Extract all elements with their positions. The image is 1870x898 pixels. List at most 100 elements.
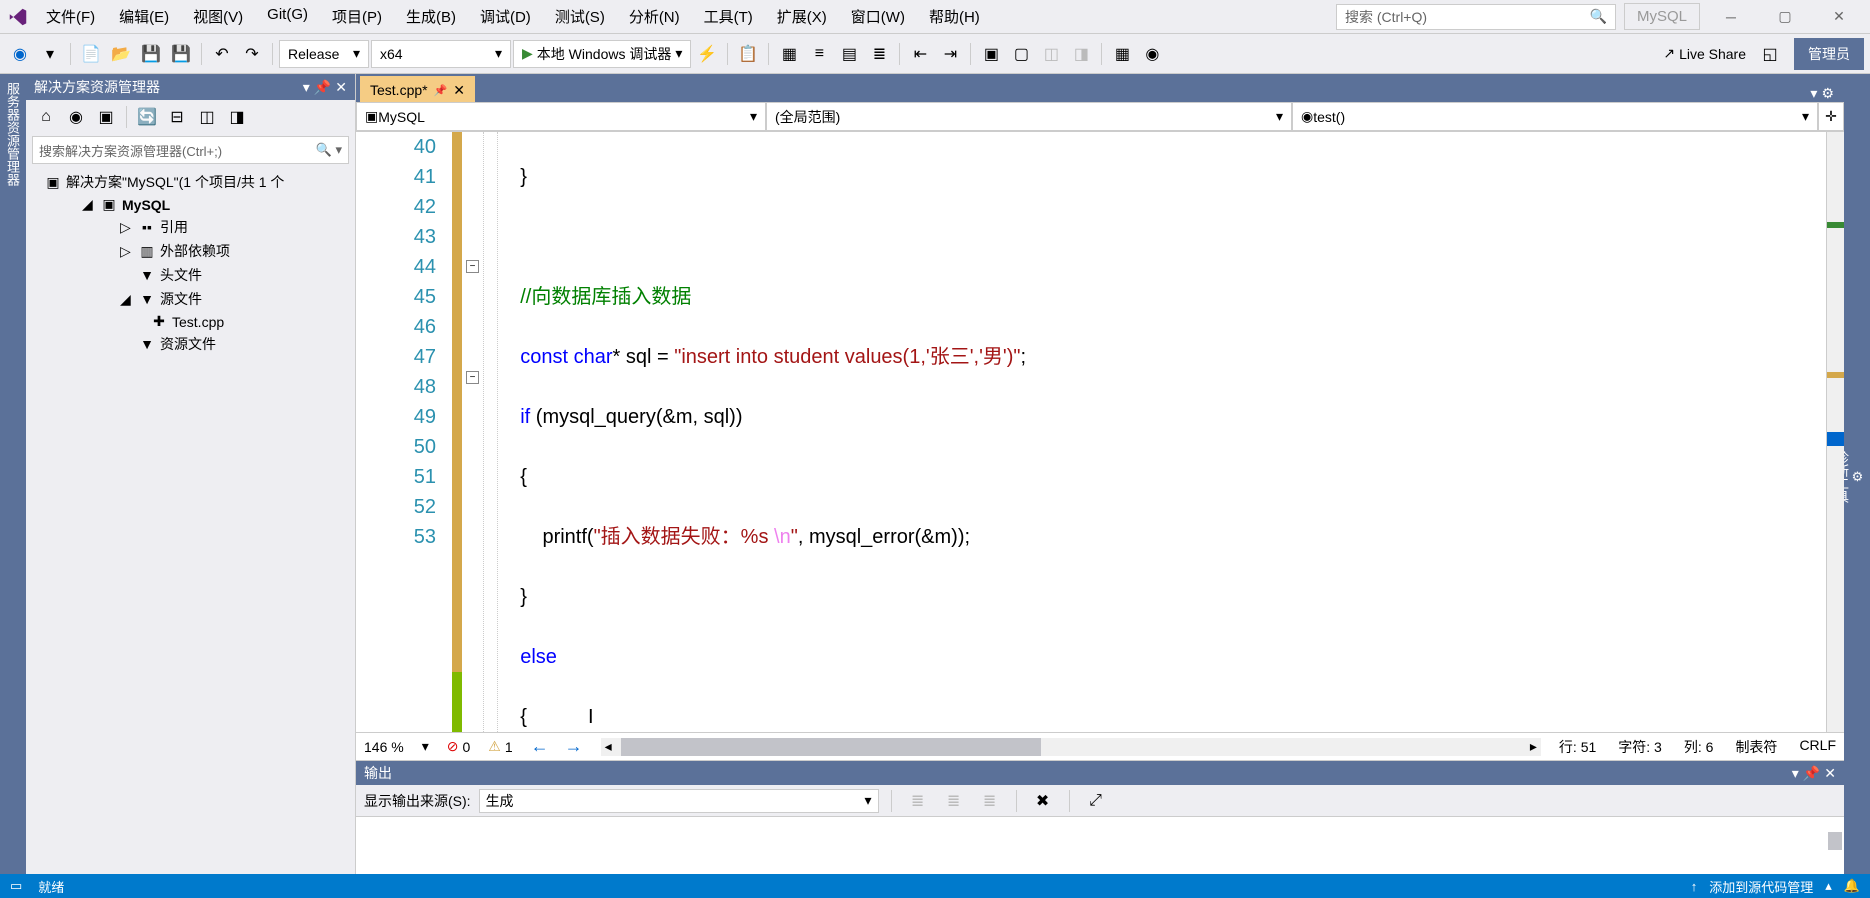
server-explorer-tab[interactable]: 服务器资源管理器 [3,82,22,872]
sol-back-button[interactable]: ◉ [62,103,90,131]
references-node[interactable]: ▷ ▪▪ 引用 [26,215,355,239]
bell-icon[interactable]: 🔔 [1844,878,1860,894]
zoom-level[interactable]: 146 % [364,739,404,755]
solution-search-input[interactable]: 搜索解决方案资源管理器(Ctrl+;) 🔍 ▾ [32,136,349,164]
resources-node[interactable]: ▼ 资源文件 [26,332,355,356]
minimize-button[interactable]: ─ [1708,4,1754,30]
project-name-button[interactable]: MySQL [1624,3,1700,30]
global-search-input[interactable]: 搜索 (Ctrl+Q) 🔍 [1336,4,1616,30]
admin-badge[interactable]: 管理员 [1794,38,1864,70]
output-source-dropdown[interactable]: 生成 ▾ [479,789,879,813]
external-deps-node[interactable]: ▷ ▥ 外部依赖项 [26,239,355,263]
gear-icon[interactable]: ⚙ [1851,470,1866,485]
expand-arrow-icon[interactable]: ◢ [120,291,134,308]
platform-dropdown[interactable]: x64▾ [371,40,511,68]
redo-button[interactable]: ↷ [238,40,266,68]
menu-help[interactable]: 帮助(H) [919,0,990,33]
out-toggle-button[interactable]: ⤢ [1082,787,1110,815]
config-dropdown[interactable]: Release▾ [279,40,369,68]
scrollbar-thumb[interactable] [621,738,1041,756]
menu-debug[interactable]: 调试(D) [470,0,541,33]
tab-settings-icon[interactable]: ⚙ [1821,85,1834,102]
prev-issue-button[interactable]: ← [531,736,549,757]
panel-pin-icon[interactable]: 📌 [314,79,331,96]
forward-button[interactable]: ▾ [36,40,64,68]
tab-close-icon[interactable]: ✕ [453,82,465,99]
sol-collapse-button[interactable]: ⊟ [163,103,191,131]
tb-icon-5[interactable]: ≣ [865,40,893,68]
tb-icon-2[interactable]: ▦ [775,40,803,68]
headers-node[interactable]: ▼ 头文件 [26,263,355,287]
tb-icon-1[interactable]: 📋 [734,40,762,68]
expand-arrow-icon[interactable]: ◢ [82,196,96,213]
sol-properties-button[interactable]: ◨ [223,103,251,131]
tab-dropdown-icon[interactable]: ▾ [1810,85,1817,102]
menu-file[interactable]: 文件(F) [36,0,105,33]
next-issue-button[interactable]: → [565,736,583,757]
uncomment-button[interactable]: ▢ [1007,40,1035,68]
indent-left-button[interactable]: ⇤ [906,40,934,68]
panel-close-icon[interactable]: ✕ [335,79,347,96]
menu-extensions[interactable]: 扩展(X) [767,0,837,33]
back-button[interactable]: ◉ [6,40,34,68]
panel-dropdown-icon[interactable]: ▾ [1792,765,1799,782]
error-count[interactable]: ⊘ 0 [447,738,471,755]
attach-button[interactable]: ⚡ [693,40,721,68]
menu-window[interactable]: 窗口(W) [841,0,915,33]
sol-showall-button[interactable]: ◫ [193,103,221,131]
nav-scope-dropdown[interactable]: (全局范围) ▾ [766,102,1292,131]
split-button[interactable]: ✛ [1818,102,1844,131]
fold-toggle[interactable]: − [466,371,479,384]
out-clear-button[interactable]: ✖ [1029,787,1057,815]
testcpp-node[interactable]: ✚ Test.cpp [26,311,355,332]
sources-node[interactable]: ◢ ▼ 源文件 [26,287,355,311]
menu-edit[interactable]: 编辑(E) [109,0,179,33]
panel-dropdown-icon[interactable]: ▾ [303,79,310,96]
tb-icon-9[interactable]: ◉ [1138,40,1166,68]
expand-arrow-icon[interactable]: ▷ [120,243,134,260]
nav-project-dropdown[interactable]: ▣ MySQL ▾ [356,102,766,131]
menu-git[interactable]: Git(G) [257,0,318,33]
out-btn-3[interactable]: ≣ [976,787,1004,815]
solution-root[interactable]: ▣ 解决方案"MySQL"(1 个项目/共 1 个 [26,170,355,194]
chevron-up-icon[interactable]: ▴ [1825,878,1832,894]
editor-tab-testcpp[interactable]: Test.cpp* 📌 ✕ [360,76,475,102]
menu-test[interactable]: 测试(S) [545,0,615,33]
panel-close-icon[interactable]: ✕ [1824,765,1836,782]
nav-function-dropdown[interactable]: ◉ test() ▾ [1292,102,1818,131]
menu-analyze[interactable]: 分析(N) [619,0,690,33]
source-control-link[interactable]: 添加到源代码管理 [1709,877,1813,896]
warning-count[interactable]: ⚠ 1 [488,738,512,755]
scroll-indicator[interactable] [1826,132,1844,732]
panel-pin-icon[interactable]: 📌 [1803,765,1820,782]
save-button[interactable]: 💾 [137,40,165,68]
project-node[interactable]: ◢ ▣ MySQL [26,194,355,215]
comment-button[interactable]: ▣ [977,40,1005,68]
output-content[interactable] [356,817,1844,880]
feedback-button[interactable]: ◱ [1756,40,1784,68]
menu-build[interactable]: 生成(B) [396,0,466,33]
open-file-button[interactable]: 📂 [107,40,135,68]
expand-arrow-icon[interactable]: ▷ [120,219,134,236]
live-share-button[interactable]: ↗ Live Share [1655,45,1754,62]
save-all-button[interactable]: 💾 [167,40,195,68]
sol-home-button[interactable]: ⌂ [32,103,60,131]
start-debug-button[interactable]: ▶ 本地 Windows 调试器 ▾ [513,40,691,68]
code-editor[interactable]: 40 41 42 43 44 45 46 47 48 49 50 51 52 5… [356,132,1844,732]
menu-project[interactable]: 项目(P) [322,0,392,33]
indent-right-button[interactable]: ⇥ [936,40,964,68]
sol-refresh-button[interactable]: 🔄 [133,103,161,131]
tb-icon-7[interactable]: ◨ [1067,40,1095,68]
horizontal-scrollbar[interactable]: ◂ ▸ [601,738,1541,756]
pin-icon[interactable]: 📌 [434,84,448,97]
out-btn-1[interactable]: ≣ [904,787,932,815]
tb-icon-3[interactable]: ≡ [805,40,833,68]
tb-icon-6[interactable]: ◫ [1037,40,1065,68]
sol-sync-button[interactable]: ▣ [92,103,120,131]
indent-mode[interactable]: 制表符 [1735,737,1777,757]
menu-tools[interactable]: 工具(T) [694,0,763,33]
menu-view[interactable]: 视图(V) [183,0,253,33]
tb-icon-4[interactable]: ▤ [835,40,863,68]
maximize-button[interactable]: ▢ [1762,4,1808,30]
code-content[interactable]: } //向数据库插入数据 const char* sql = "insert i… [498,132,1826,732]
